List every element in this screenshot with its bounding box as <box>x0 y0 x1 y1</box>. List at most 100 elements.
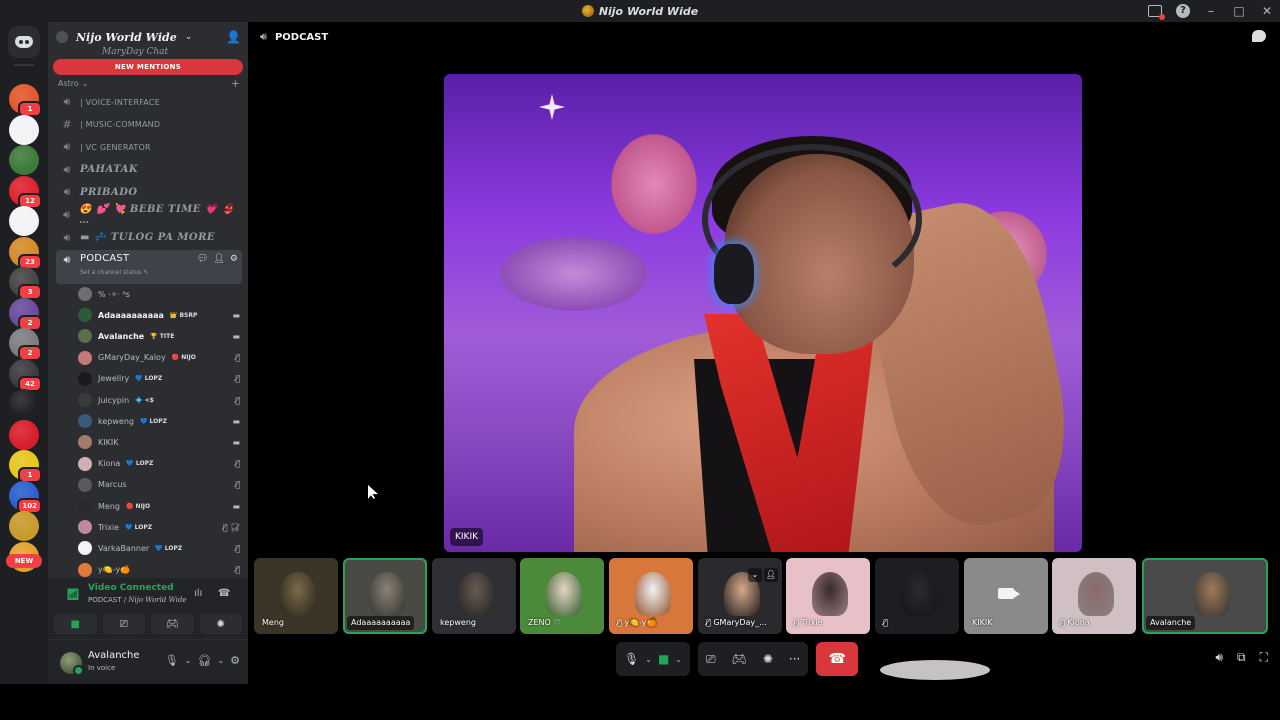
server-icon[interactable]: 2 <box>9 328 42 361</box>
channel-item[interactable]: 🔊︎ | VC GENERATOR <box>56 137 242 157</box>
voice-member[interactable]: % ·✧· ⁶s <box>78 284 240 304</box>
avatar[interactable] <box>78 562 92 577</box>
disconnect-icon[interactable]: ☎ <box>218 588 230 599</box>
voice-member[interactable]: VarkaBanner 💙 LOPZ 🎙̸ <box>78 538 240 558</box>
pop-out-icon[interactable]: ⧉ <box>1237 650 1246 665</box>
voice-member[interactable]: y🍋-y🍊 🎙̸ <box>78 560 240 578</box>
chevron-down-icon[interactable]: ⌄ <box>748 568 762 582</box>
server-icon[interactable] <box>9 114 39 145</box>
voice-member[interactable]: kepweng 💙 LOPZ ▬ <box>78 411 240 431</box>
new-servers-pill[interactable]: NEW <box>6 554 42 568</box>
main-video-feed[interactable]: KIKIK <box>444 74 1082 552</box>
avatar[interactable] <box>78 456 92 471</box>
server-icon[interactable]: 3 <box>9 267 42 300</box>
channel-item[interactable]: 🔊︎ ▬ 💤 TULOG PA MORE <box>56 228 242 248</box>
camera-icon[interactable]: ■ <box>658 652 669 666</box>
voice-member[interactable]: Jewellry 💙 LOPZ 🎙̸ <box>78 369 240 389</box>
server-icon[interactable]: 2 <box>9 297 42 331</box>
activity-button[interactable]: 🎮︎ <box>151 614 194 634</box>
soundboard-icon[interactable]: ✺ <box>763 652 773 666</box>
avatar[interactable] <box>78 287 92 301</box>
gamepad-icon[interactable]: 🎮︎ <box>732 652 747 666</box>
server-icon[interactable] <box>9 511 39 541</box>
microphone-icon[interactable]: 🎙︎ <box>624 652 639 666</box>
server-icon[interactable]: 1 <box>9 450 42 483</box>
server-icon[interactable]: 102 <box>9 480 42 514</box>
microphone-icon[interactable]: 🎙︎ <box>165 654 179 667</box>
channel-status[interactable]: Set a channel status ✎ <box>80 269 148 276</box>
headphones-icon[interactable]: 🎧︎ <box>197 654 211 667</box>
participant-tile[interactable]: 🎙̸ <box>875 558 959 634</box>
close-icon[interactable]: ✕ <box>1260 4 1274 18</box>
avatar[interactable] <box>78 520 92 535</box>
screen-share-button[interactable]: ⎚ <box>102 614 145 634</box>
new-mentions-banner[interactable]: NEW MENTIONS <box>53 59 243 75</box>
participant-tile[interactable]: ZENO ♡ <box>520 558 604 634</box>
avatar[interactable] <box>78 350 92 365</box>
category-astro[interactable]: Astro ⌄ + <box>58 77 240 90</box>
gear-icon[interactable]: ⚙ <box>230 654 240 667</box>
channel-item[interactable]: 🔊︎ | VOICE-INTERFACE <box>56 92 242 112</box>
noise-suppression-icon[interactable]: ılı <box>194 588 202 599</box>
server-icon[interactable]: 23 <box>9 236 42 270</box>
participant-tile[interactable]: Meng <box>254 558 338 634</box>
avatar[interactable] <box>78 477 92 492</box>
participant-tile[interactable]: KIKIK <box>964 558 1048 634</box>
chat-icon[interactable]: 💬︎ <box>197 254 208 264</box>
voice-member[interactable]: Kiona 💙 LOPZ 🎙̸ <box>78 454 240 474</box>
server-icon[interactable] <box>9 206 39 236</box>
avatar[interactable] <box>78 499 92 513</box>
add-channel-icon[interactable]: + <box>231 77 240 90</box>
maximize-icon[interactable]: □ <box>1232 4 1246 18</box>
avatar[interactable] <box>60 652 84 676</box>
mic-control[interactable]: 🎙︎ ⌄ ■ ⌄ <box>616 642 690 676</box>
soundboard-button[interactable]: ✺ <box>199 614 242 634</box>
help-icon[interactable]: ? <box>1176 4 1190 18</box>
more-icon[interactable]: ··· <box>789 652 800 666</box>
server-icon[interactable] <box>9 389 39 419</box>
avatar[interactable] <box>78 414 92 429</box>
server-icon[interactable] <box>9 145 39 175</box>
server-icon[interactable] <box>9 419 39 450</box>
voice-member[interactable]: Trixie 💙 LOPZ 🎙̸ 🎧̸ <box>78 517 240 537</box>
chevron-down-icon[interactable]: ⌄ <box>185 656 192 665</box>
avatar[interactable] <box>78 393 92 407</box>
chevron-down-icon[interactable]: ⌄ <box>645 655 652 664</box>
participant-tile[interactable]: 🎙̸ Kiona <box>1052 558 1136 634</box>
inbox-icon[interactable] <box>1148 5 1165 20</box>
participant-tile[interactable]: Avalanche <box>1142 558 1268 634</box>
chevron-down-icon[interactable]: ⌄ <box>675 655 682 664</box>
participant-tile[interactable]: Adaaaaaaaaaa <box>343 558 427 634</box>
volume-icon[interactable]: 🔊︎ <box>1215 650 1223 665</box>
user-icon[interactable]: 👤︎ <box>764 568 778 582</box>
leave-call-button[interactable]: ☎ <box>816 642 859 676</box>
avatar[interactable] <box>78 541 92 556</box>
fullscreen-icon[interactable]: ⛶ <box>1260 650 1268 665</box>
voice-channel-path[interactable]: PODCAST / Nijo World Wide <box>88 596 186 604</box>
voice-member[interactable]: GMaryDay_Kaloy 🔴 NIJO 🎙̸ <box>78 348 240 368</box>
voice-member[interactable]: KIKIK ▬ <box>78 432 240 452</box>
chevron-down-icon[interactable]: ⌄ <box>217 656 224 665</box>
server-icon[interactable]: 12 <box>9 175 42 209</box>
minimize-icon[interactable]: – <box>1204 4 1218 18</box>
chat-icon[interactable] <box>1252 30 1266 42</box>
server-icon[interactable]: 1 <box>9 84 42 117</box>
home-button[interactable] <box>8 26 40 58</box>
scrolled-channel-label[interactable]: MaryDay Chat <box>102 47 168 57</box>
voice-member[interactable]: Avalanche 🏆 TITE ▬ <box>78 326 240 346</box>
participant-tile[interactable]: kepweng <box>432 558 516 634</box>
participant-tile[interactable]: 🎙̸ Trixie <box>786 558 870 634</box>
invite-icon[interactable]: 👤︎ <box>213 254 224 264</box>
server-icon[interactable]: 42 <box>9 358 42 392</box>
participant-tile[interactable]: 🎙̸ y🍋-y🍊 <box>609 558 693 634</box>
avatar[interactable] <box>78 435 92 450</box>
current-user[interactable]: Avalanche In voice 🎙︎ ⌄ 🎧︎ ⌄ ⚙ <box>48 644 248 680</box>
avatar[interactable] <box>78 329 92 344</box>
invite-people-icon[interactable]: 👤 <box>226 30 241 44</box>
participant-tile[interactable]: ⌄ 👤︎ 🎙̸ GMaryDay_... <box>698 558 782 634</box>
avatar[interactable] <box>78 308 92 323</box>
voice-member[interactable]: Marcus 🎙̸ <box>78 475 240 495</box>
signal-icon[interactable]: 📶︎ <box>66 588 80 602</box>
gear-icon[interactable]: ⚙ <box>230 254 238 264</box>
voice-member[interactable]: Juicypin 💠 <$ 🎙̸ <box>78 390 240 410</box>
